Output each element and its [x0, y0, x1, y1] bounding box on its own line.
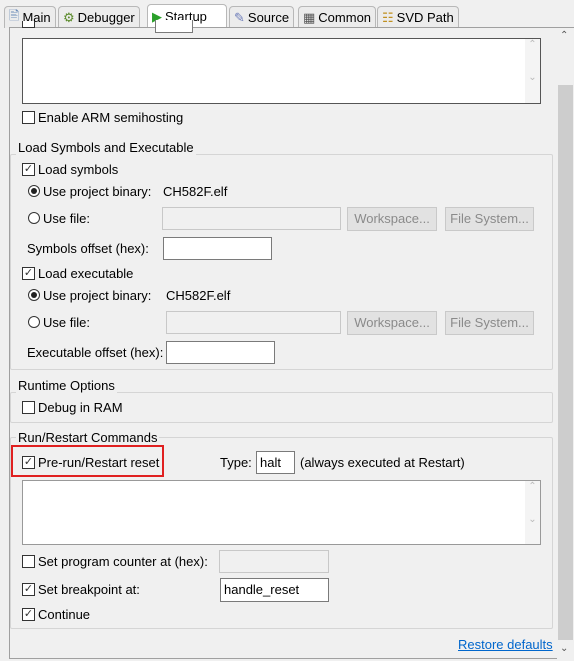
load-symbols-label: Load symbols — [38, 162, 119, 177]
exec-offset-input[interactable] — [166, 341, 275, 364]
runtime-group-title: Runtime Options — [16, 378, 117, 393]
document-icon: 🖹 — [9, 7, 20, 23]
tree-icon: ☷ — [382, 9, 394, 25]
partial-checkbox[interactable] — [22, 21, 35, 28]
symbols-project-binary-radio[interactable] — [28, 185, 40, 197]
symbols-offset-input[interactable] — [163, 237, 272, 260]
pre-run-reset-label: Pre-run/Restart reset — [38, 455, 160, 470]
bug-icon: ⚙ — [63, 9, 75, 25]
semihosting-label: Enable ARM semihosting — [38, 110, 184, 125]
load-executable-checkbox[interactable]: ✓ — [22, 267, 35, 280]
symbols-project-binary-label: Use project binary: — [43, 184, 152, 199]
set-pc-label: Set program counter at (hex): — [38, 554, 208, 569]
breakpoint-input[interactable]: handle_reset — [220, 578, 329, 602]
textarea-scrollbar[interactable]: ⌃ ⌄ — [525, 39, 540, 103]
symbols-file-system-button[interactable]: File System... — [445, 207, 534, 231]
tab-debugger[interactable]: ⚙ Debugger — [58, 6, 140, 28]
load-symbols-checkbox[interactable]: ✓ — [22, 163, 35, 176]
symbols-offset-label: Symbols offset (hex): — [27, 241, 149, 256]
exec-file-input[interactable] — [166, 311, 341, 334]
exec-file-system-button[interactable]: File System... — [445, 311, 534, 335]
exec-workspace-button[interactable]: Workspace... — [347, 311, 437, 335]
source-icon: ✎ — [234, 9, 245, 25]
set-breakpoint-checkbox[interactable]: ✓ — [22, 583, 35, 596]
reset-type-note: (always executed at Restart) — [300, 455, 465, 470]
set-pc-input[interactable] — [219, 550, 329, 573]
tab-svd-path[interactable]: ☷ SVD Path — [377, 6, 459, 28]
debug-in-ram-label: Debug in RAM — [38, 400, 123, 415]
reset-type-input[interactable]: halt — [256, 451, 295, 474]
table-icon: ▦ — [303, 9, 316, 25]
exec-use-file-radio[interactable] — [28, 316, 40, 328]
textarea-scrollbar[interactable]: ⌃ ⌄ — [525, 481, 540, 544]
tab-bar: 🖹 Main ⚙ Debugger ▶ Startup ✎ Source ▦ Common… — [0, 0, 574, 28]
symbols-binary-name: CH582F.elf — [163, 184, 228, 199]
exec-project-binary-label: Use project binary: — [43, 288, 152, 303]
run-restart-group-title: Run/Restart Commands — [16, 430, 160, 445]
continue-checkbox[interactable]: ✓ — [22, 608, 35, 621]
set-pc-checkbox[interactable] — [22, 555, 35, 568]
symbols-workspace-button[interactable]: Workspace... — [347, 207, 437, 231]
scrollbar-thumb[interactable] — [558, 85, 573, 640]
continue-label: Continue — [38, 607, 91, 622]
init-commands-textarea[interactable]: ⌃ ⌄ — [22, 38, 541, 104]
debug-in-ram-checkbox[interactable] — [22, 401, 35, 414]
symbols-use-file-label: Use file: — [43, 211, 90, 226]
exec-use-file-label: Use file: — [43, 315, 90, 330]
pre-run-reset-checkbox[interactable]: ✓ — [22, 456, 35, 469]
exec-project-binary-radio[interactable] — [28, 289, 40, 301]
tab-common[interactable]: ▦ Common — [298, 6, 377, 28]
scroll-down-icon[interactable]: ⌄ — [560, 643, 568, 654]
restore-defaults-link[interactable]: Restore defaults — [458, 637, 553, 652]
load-executable-label: Load executable — [38, 266, 134, 281]
exec-offset-label: Executable offset (hex): — [27, 345, 164, 360]
reset-type-label: Type: — [220, 455, 252, 470]
exec-binary-name: CH582F.elf — [166, 288, 231, 303]
symbols-use-file-radio[interactable] — [28, 212, 40, 224]
symbols-file-input[interactable] — [162, 207, 341, 230]
load-group-title: Load Symbols and Executable — [16, 140, 196, 155]
scroll-up-icon[interactable]: ⌃ — [560, 30, 568, 41]
set-breakpoint-label: Set breakpoint at: — [38, 582, 140, 597]
semihosting-checkbox[interactable] — [22, 111, 35, 124]
tab-source[interactable]: ✎ Source — [229, 6, 295, 28]
run-commands-textarea[interactable]: ⌃ ⌄ — [22, 480, 541, 545]
partial-input[interactable] — [155, 20, 193, 33]
